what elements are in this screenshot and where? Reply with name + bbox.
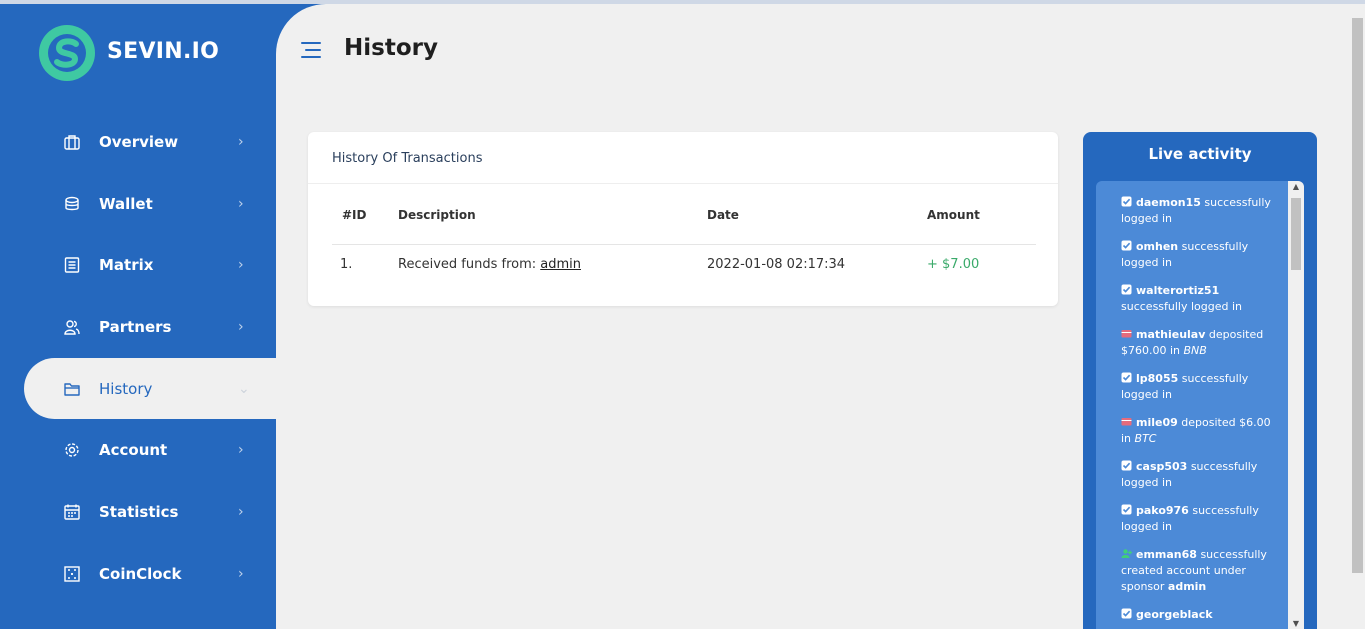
activity-username: pako976 [1136,504,1189,517]
cell-description: Received funds from: admin [398,244,707,284]
scrollbar-thumb[interactable] [1291,198,1301,270]
user-add-icon [1121,548,1132,559]
column-header-description: Description [398,208,707,245]
chevron-right-icon: › [238,133,244,150]
sidebar-item-statistics[interactable]: Statistics › [0,481,276,543]
chevron-right-icon: › [238,318,244,335]
chevron-right-icon: › [238,442,244,459]
chevron-right-icon: › [238,565,244,582]
sidebar-item-overview[interactable]: Overview › [0,111,276,173]
brand-logo[interactable] [39,25,95,81]
column-header-amount: Amount [927,208,1036,245]
activity-list: daemon15 successfully logged in omhen suc… [1096,195,1286,629]
page-scrollbar[interactable] [1350,4,1365,629]
top-border [0,0,1365,4]
sidebar-item-matrix[interactable]: Matrix › [0,234,276,296]
sidebar-item-label: Account [99,441,168,460]
sidebar-item-wallet[interactable]: Wallet › [0,173,276,235]
sidebar-item-label: Wallet [99,194,153,213]
chevron-right-icon: › [238,257,244,274]
transactions-table: #ID Description Date Amount 1. Received … [332,208,1036,284]
sidebar-item-label: Statistics [99,502,179,521]
page-title: History [344,35,438,61]
sidebar-item-label: Partners [99,317,172,336]
check-icon [1121,196,1132,207]
menu-toggle-icon[interactable] [301,42,323,60]
activity-item: pako976 successfully logged in [1121,503,1284,535]
live-activity-panel: Live activity daemon15 successfully logg… [1083,132,1317,629]
gear-icon [63,441,81,459]
scroll-up-arrow-icon[interactable]: ▲ [1288,182,1304,191]
check-icon [1121,284,1132,295]
sidebar-item-history[interactable]: History ⌄ [24,357,276,420]
card-title: History Of Transactions [308,132,1058,184]
sender-link[interactable]: admin [540,257,581,272]
briefcase-icon [63,133,81,151]
activity-username: lp8055 [1136,372,1179,385]
activity-username: mathieulav [1136,328,1206,341]
chevron-down-icon: ⌄ [238,380,250,397]
deposit-icon [1121,328,1132,339]
column-header-id: #ID [332,208,398,245]
activity-item: walterortiz51 successfully logged in [1121,283,1284,315]
transactions-card: History Of Transactions #ID Description … [308,132,1058,306]
sidebar-item-coinclock[interactable]: CoinClock › [0,543,276,605]
activity-username: georgeblack [1136,608,1213,621]
activity-item: casp503 successfully logged in [1121,459,1284,491]
sidebar-item-account[interactable]: Account › [0,419,276,481]
activity-item: emman68 successfully created account und… [1121,547,1284,595]
activity-username: omhen [1136,240,1179,253]
grid-icon [63,565,81,583]
page-scrollbar-thumb[interactable] [1352,18,1363,573]
activity-username: emman68 [1136,548,1197,561]
activity-item: mathieulav deposited $760.00 in BNB [1121,327,1284,359]
brand-name[interactable]: SEVIN.IO [107,39,219,64]
live-activity-title: Live activity [1148,145,1252,163]
activity-item: lp8055 successfully logged in [1121,371,1284,403]
coins-icon [63,195,81,213]
check-icon [1121,608,1132,619]
sidebar-item-partners[interactable]: Partners › [0,296,276,358]
sidebar-item-label: Overview [99,132,179,151]
folder-icon [63,380,81,398]
activity-item: omhen successfully logged in [1121,239,1284,271]
activity-item: mile09 deposited $6.00 in BTC [1121,415,1284,447]
activity-currency: BTC [1134,432,1157,445]
table-row: 1. Received funds from: admin 2022-01-08… [332,244,1036,284]
check-icon [1121,460,1132,471]
cell-amount: + $7.00 [927,256,980,272]
sidebar-item-label: Matrix [99,256,154,275]
sidebar: SEVIN.IO Overview › Wallet › Matrix › Pa… [0,0,276,629]
sidebar-nav: Overview › Wallet › Matrix › Partners › [0,111,276,605]
users-icon [63,318,81,336]
logo-s-icon [41,27,93,79]
activity-username: daemon15 [1136,196,1201,209]
column-header-date: Date [707,208,927,245]
cell-date: 2022-01-08 02:17:34 [707,256,846,272]
chevron-right-icon: › [238,195,244,212]
check-icon [1121,372,1132,383]
scroll-down-arrow-icon[interactable]: ▼ [1288,619,1304,628]
table-header-row: #ID Description Date Amount [332,208,1036,245]
check-icon [1121,504,1132,515]
activity-username: mile09 [1136,416,1178,429]
activity-text: successfully logged in [1121,300,1243,313]
feed-scrollbar[interactable]: ▲ ▼ [1288,181,1304,629]
check-icon [1121,240,1132,251]
activity-username: casp503 [1136,460,1188,473]
sidebar-item-label: History [99,379,153,398]
cell-id: 1. [340,256,353,272]
activity-item: daemon15 successfully logged in [1121,195,1284,227]
activity-sponsor: admin [1167,580,1207,593]
deposit-icon [1121,416,1132,427]
chevron-right-icon: › [238,503,244,520]
sidebar-item-label: CoinClock [99,564,182,583]
activity-currency: BNB [1183,344,1207,357]
list-icon [63,256,81,274]
activity-username: walterortiz51 [1136,284,1220,297]
description-prefix: Received funds from: [398,256,537,272]
live-activity-feed[interactable]: daemon15 successfully logged in omhen suc… [1096,181,1304,629]
calendar-icon [63,503,81,521]
activity-item: georgeblack [1121,607,1284,623]
